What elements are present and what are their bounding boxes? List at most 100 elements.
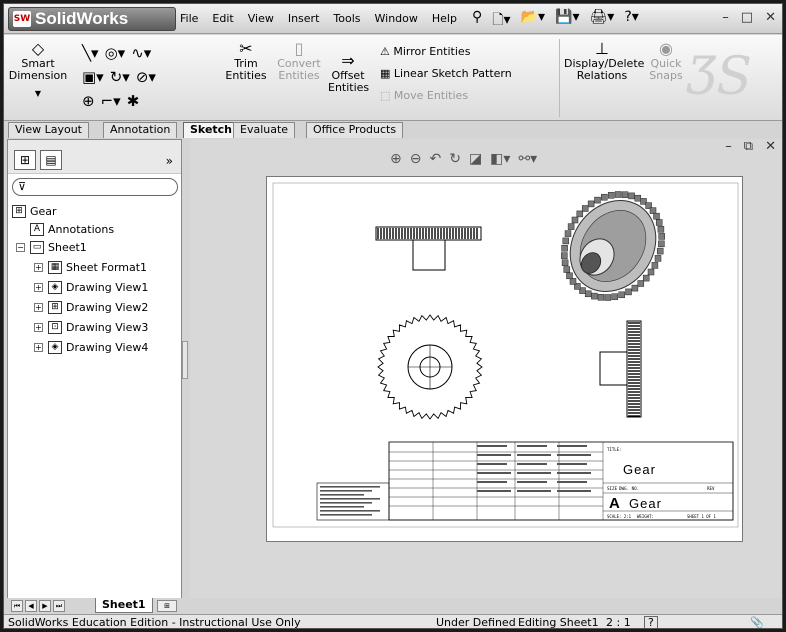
offset-entities-button[interactable]: ⇒ Offset Entities [328, 53, 369, 94]
isometric-view-icon: ◈ [48, 280, 62, 294]
tree-label: Drawing View2 [66, 300, 149, 314]
gear-side-view-right[interactable] [599, 320, 642, 418]
close-icon[interactable]: ✕ [765, 10, 776, 25]
smart-dimension-button[interactable]: ◇ Smart Dimension ▼ [8, 39, 68, 100]
status-definition: Under Defined [436, 616, 516, 629]
tab-office-products[interactable]: Office Products [306, 122, 404, 138]
tab-sketch[interactable]: Sketch [183, 122, 240, 138]
expand-icon[interactable]: + [34, 342, 43, 352]
projected-view-icon: ⊞ [48, 300, 62, 314]
property-manager-tab-icon[interactable]: ▤ [40, 150, 62, 170]
sketch-entities-group: ╲▾ ◎▾ ∿▾ ▣▾ ↻▾ ⊘▾ ⊕ ⌐▾ ✱ [82, 41, 156, 113]
tree-root-gear[interactable]: ⊞ Gear [12, 202, 57, 220]
expand-icon[interactable]: + [34, 302, 43, 312]
paperclip-icon[interactable]: 📎 [750, 616, 764, 628]
trim-entities-button[interactable]: ✂ Trim Entities [224, 41, 268, 82]
more-tabs-icon[interactable]: » [166, 154, 173, 168]
tree-item-drawing-view3[interactable]: + ⊡ Drawing View3 [34, 318, 148, 336]
rotate-view-icon[interactable]: ↻ [449, 151, 461, 167]
move-entities-button[interactable]: ⬚ Move Entities [380, 85, 512, 107]
first-sheet-icon[interactable]: ⏮ [11, 600, 23, 612]
menu-insert[interactable]: Insert [288, 12, 320, 25]
tree-item-sheet1[interactable]: − ▭ Sheet1 [16, 238, 87, 256]
minimize-icon[interactable]: – [725, 139, 732, 154]
title-block-title-label: TITLE: [607, 447, 621, 452]
title-block[interactable]: Gear A Gear SIZE DWG. NO. REV SCALE: 2:1… [316, 441, 734, 521]
section-view-icon[interactable]: ◪ [469, 151, 482, 167]
line-icon[interactable]: ╲▾ [82, 41, 99, 65]
add-sheet-icon[interactable]: ⊞ [157, 600, 177, 612]
isometric-view-icon: ◈ [48, 340, 62, 354]
title-bar: SW SolidWorks File Edit View Insert Tool… [4, 4, 782, 34]
menu-view[interactable]: View [248, 12, 274, 25]
panel-resize-handle[interactable] [182, 341, 188, 379]
solidworks-logo[interactable]: SW SolidWorks [8, 7, 176, 31]
spline-icon[interactable]: ∿▾ [131, 41, 151, 65]
display-style-icon[interactable]: ◧▾ [490, 151, 510, 167]
smart-dimension-icon: ◇ [31, 39, 45, 58]
collapse-icon[interactable]: − [16, 242, 25, 252]
tree-label: Sheet1 [48, 240, 87, 254]
help-icon[interactable]: ?▾ [624, 9, 638, 33]
tree-item-sheet-format1[interactable]: + ▦ Sheet Format1 [34, 258, 147, 276]
quick-snaps-label: Quick Snaps [649, 57, 683, 82]
last-sheet-icon[interactable]: ⏭ [53, 600, 65, 612]
display-delete-relations-button[interactable]: ⊥ Display/Delete Relations [564, 41, 644, 82]
ellipse-icon[interactable]: ⊘▾ [136, 65, 156, 89]
expand-icon[interactable]: + [34, 322, 43, 332]
hide-show-items-icon[interactable]: ⚯▾ [518, 151, 537, 167]
tree-item-annotations[interactable]: A Annotations [30, 220, 114, 238]
point-icon[interactable]: ⊕ [82, 89, 95, 113]
tree-item-drawing-view2[interactable]: + ⊞ Drawing View2 [34, 298, 148, 316]
save-icon[interactable]: 💾▾ [555, 9, 579, 33]
menu-help[interactable]: Help [432, 12, 457, 25]
mirror-entities-button[interactable]: ⚠ Mirror Entities [380, 41, 512, 63]
tree-item-drawing-view4[interactable]: + ◈ Drawing View4 [34, 338, 148, 356]
title-block-dwg-no: Gear [629, 496, 662, 511]
filter-input[interactable]: ⊽ [12, 178, 178, 196]
tab-evaluate[interactable]: Evaluate [233, 122, 296, 138]
minimize-icon[interactable]: – [722, 10, 729, 25]
convert-entities-button[interactable]: ▯ Convert Entities [276, 41, 322, 82]
tree-item-drawing-view1[interactable]: + ◈ Drawing View1 [34, 278, 148, 296]
menu-edit[interactable]: Edit [212, 12, 233, 25]
tab-view-layout[interactable]: View Layout [8, 122, 89, 138]
linear-pattern-button[interactable]: ▦ Linear Sketch Pattern [380, 63, 512, 85]
gear-front-view[interactable] [377, 314, 483, 420]
expand-icon[interactable]: + [34, 262, 43, 272]
next-sheet-icon[interactable]: ▶ [39, 600, 51, 612]
sheet-tab-sheet1[interactable]: Sheet1 [95, 598, 153, 613]
menu-window[interactable]: Window [375, 12, 418, 25]
previous-sheet-icon[interactable]: ◀ [25, 600, 37, 612]
menu-tools[interactable]: Tools [333, 12, 360, 25]
status-scale[interactable]: 2 : 1 [606, 616, 631, 628]
previous-view-icon[interactable]: ↶ [429, 151, 441, 167]
graphics-area[interactable]: ⊕ ⊖ ↶ ↻ ◪ ◧▾ ⚯▾ – ⧉ ✕ Gear A Gear SIZE D… [190, 139, 782, 613]
status-help[interactable]: ? [644, 616, 658, 628]
quick-access-toolbar: ⚲ 🗋▾ 📂▾ 💾▾ 🖨▾ ?▾ [472, 9, 639, 33]
gear-side-view-top[interactable] [375, 226, 482, 271]
sketch-fillet-icon[interactable]: ⌐▾ [101, 89, 121, 113]
projected-view-icon: ⊡ [48, 320, 62, 334]
print-icon[interactable]: 🖨▾ [590, 9, 615, 33]
zoom-to-area-icon[interactable]: ⊖ [410, 151, 422, 167]
drawing-sheet[interactable]: Gear A Gear SIZE DWG. NO. REV SCALE: 2:1… [266, 176, 743, 542]
close-icon[interactable]: ✕ [765, 139, 776, 154]
zoom-to-fit-icon[interactable]: ⊕ [390, 151, 402, 167]
gear-isometric-view[interactable] [553, 184, 674, 309]
restore-icon[interactable]: ⧉ [744, 139, 753, 154]
expand-icon[interactable]: + [34, 282, 43, 292]
tab-annotation[interactable]: Annotation [103, 122, 178, 138]
restore-icon[interactable]: □ [741, 10, 753, 25]
feature-manager-tab-icon[interactable]: ⊞ [14, 150, 36, 170]
arc-icon[interactable]: ↻▾ [110, 65, 130, 89]
new-document-icon[interactable]: 🗋▾ [492, 9, 510, 33]
open-icon[interactable]: 📂▾ [521, 9, 545, 33]
menu-file[interactable]: File [180, 12, 198, 25]
title-block-scale: SCALE: 2:1 [607, 514, 632, 519]
centerline-icon[interactable]: ✱ [127, 89, 140, 113]
circle-icon[interactable]: ◎▾ [105, 41, 126, 65]
rectangle-icon[interactable]: ▣▾ [82, 65, 104, 89]
quick-snaps-button[interactable]: ◉ Quick Snaps [644, 41, 688, 82]
pin-icon[interactable]: ⚲ [472, 9, 482, 33]
